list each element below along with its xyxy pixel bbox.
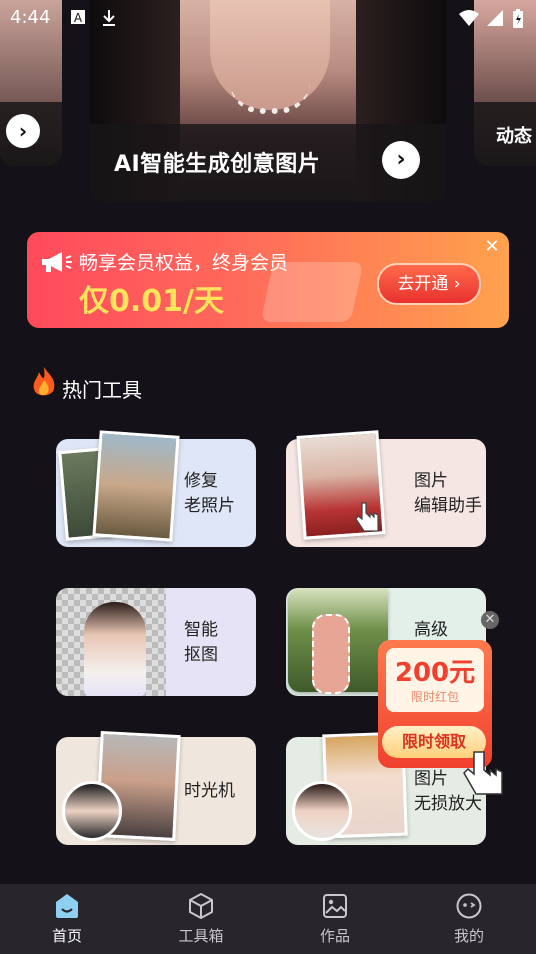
home-icon — [56, 894, 78, 918]
tool-label: 图片 编辑助手 — [414, 471, 482, 516]
cutout-figure — [312, 614, 350, 694]
tab-home[interactable]: 首页 — [0, 884, 134, 954]
red-packet-subtitle: 限时红包 — [410, 690, 459, 704]
image-icon — [323, 894, 347, 918]
fire-icon — [33, 367, 55, 396]
tool-label: 智能 抠图 — [184, 620, 218, 665]
tab-label: 我的 — [453, 927, 484, 945]
red-packet-amount: 200元 — [394, 658, 476, 688]
tab-works[interactable]: 作品 — [268, 884, 402, 954]
close-icon[interactable]: ✕ — [483, 238, 501, 256]
avatar — [62, 781, 122, 841]
activate-vip-label: 去开通 — [397, 274, 449, 294]
status-time: 4:44 — [10, 7, 51, 28]
cutout-portrait — [84, 602, 146, 696]
banner-title: AI智能生成创意图片 — [114, 152, 321, 177]
banner-necklace — [230, 82, 310, 114]
avatar — [292, 781, 352, 841]
chevron-right-icon: › — [453, 274, 461, 294]
bottom-tab-bar: 首页 工具箱 作品 我的 — [0, 884, 536, 954]
svg-text:A: A — [74, 11, 83, 25]
font-a-icon: A — [71, 10, 85, 25]
promo-price: 仅0.01/天 — [79, 284, 224, 319]
wifi-icon — [459, 10, 479, 26]
close-icon[interactable]: ✕ — [481, 611, 499, 629]
cube-icon — [189, 893, 213, 919]
tab-mine[interactable]: 我的 — [402, 884, 536, 954]
activate-vip-button[interactable]: 去开通 › — [377, 263, 481, 305]
tab-label: 作品 — [319, 927, 350, 945]
hand-pointer-icon — [463, 751, 503, 795]
slide-next-label: 动态 — [496, 126, 532, 147]
red-packet-card: 200元 限时红包 — [386, 648, 484, 712]
carousel-next-icon[interactable]: › — [382, 141, 420, 179]
battery-icon — [513, 9, 523, 28]
tool-card-photo-editor[interactable]: 图片 编辑助手 — [286, 430, 486, 547]
cell-signal-icon — [487, 10, 503, 26]
tool-label: 时光机 — [184, 781, 235, 801]
tool-card-restore-photo[interactable]: 修复 老照片 — [56, 430, 256, 547]
download-icon — [103, 10, 115, 26]
hand-pointer-icon — [355, 502, 379, 532]
promo-subtitle: 畅享会员权益，终身会员 — [79, 252, 289, 274]
status-bar: 4:44 A — [0, 0, 536, 36]
face-icon — [456, 893, 482, 919]
tab-label: 工具箱 — [178, 927, 224, 945]
tool-card-time-machine[interactable]: 时光机 — [56, 730, 256, 845]
tool-label: 修复 老照片 — [184, 471, 235, 516]
vip-promo-banner[interactable]: 畅享会员权益，终身会员 仅0.01/天 去开通 › ✕ — [27, 232, 509, 328]
tab-label: 首页 — [51, 927, 82, 945]
carousel-arrow-icon[interactable]: › — [6, 114, 40, 148]
tool-card-smart-cutout[interactable]: 智能 抠图 — [56, 588, 256, 696]
photo-thumb — [92, 430, 180, 542]
tab-toolbox[interactable]: 工具箱 — [134, 884, 268, 954]
section-title: 热门工具 — [62, 378, 142, 402]
megaphone-icon — [42, 252, 72, 272]
